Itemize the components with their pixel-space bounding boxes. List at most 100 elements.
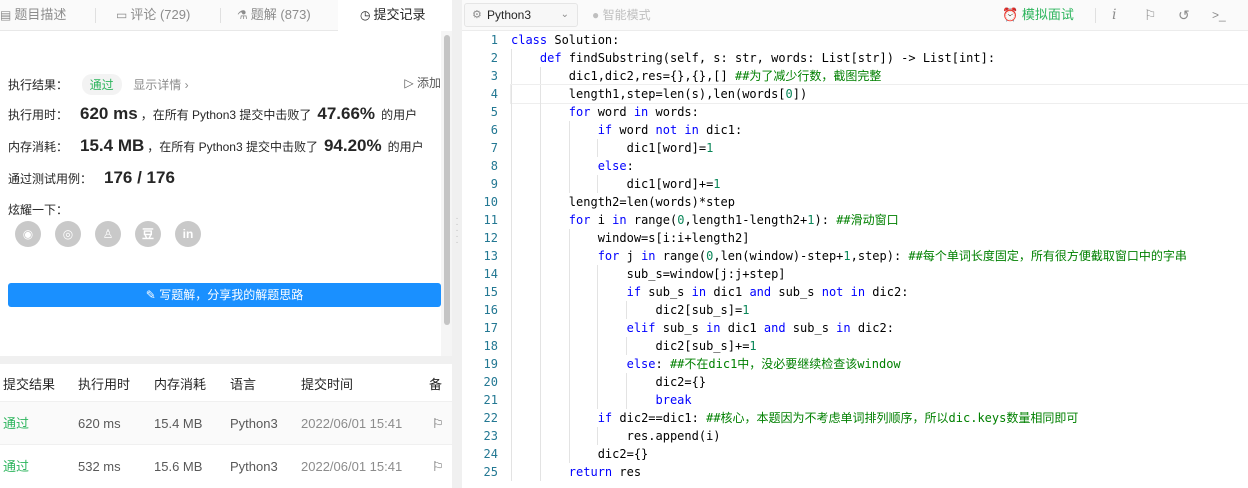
- code-line[interactable]: elif sub_s in dic1 and sub_s in dic2:: [511, 319, 1248, 337]
- code-line[interactable]: for word in words:: [511, 103, 1248, 121]
- indent-guide: [511, 463, 512, 481]
- code-token: def: [539, 51, 569, 65]
- line-number: 16: [483, 303, 498, 317]
- flag-icon[interactable]: ⚐: [432, 445, 444, 488]
- indent-guide: [597, 373, 599, 391]
- code-line[interactable]: def findSubstring(self, s: str, words: L…: [511, 49, 1248, 67]
- col-status[interactable]: 提交结果: [3, 370, 55, 400]
- code-line[interactable]: length2=len(words)*step: [511, 193, 1248, 211]
- code-line[interactable]: dic2[sub_s]=1: [511, 301, 1248, 319]
- code-content[interactable]: class Solution: def findSubstring(self, …: [510, 31, 1248, 481]
- code-line[interactable]: if word not in dic1:: [511, 121, 1248, 139]
- indent-guide: [511, 409, 512, 427]
- indent-guide: [597, 355, 599, 373]
- code-line[interactable]: if sub_s in dic1 and sub_s not in dic2:: [511, 283, 1248, 301]
- flag-icon[interactable]: ⚐: [432, 402, 444, 445]
- code-line[interactable]: window=s[i:i+length2]: [511, 229, 1248, 247]
- wechat-icon[interactable]: ◉: [15, 221, 41, 247]
- row-status-link[interactable]: 通过: [3, 445, 29, 488]
- code-line[interactable]: for j in range(0,len(window)-step+1,step…: [511, 247, 1248, 265]
- tab-comments[interactable]: ▭ 评论 (729): [116, 0, 228, 31]
- row-status-link[interactable]: 通过: [3, 402, 29, 445]
- code-line[interactable]: sub_s=window[j:j+step]: [511, 265, 1248, 283]
- runtime-row: 执行用时： 620 ms ，在所有 Python3 提交中击败了 47.66% 的用户: [8, 104, 418, 123]
- col-submit-time[interactable]: 提交时间: [301, 370, 353, 400]
- indent-guide: [597, 391, 599, 409]
- weibo-icon[interactable]: ◎: [55, 221, 81, 247]
- code-line[interactable]: dic1,dic2,res={},{},[] ##为了减少行数，截图完整: [511, 67, 1248, 85]
- info-icon[interactable]: i: [1112, 0, 1116, 30]
- code-token: 1: [742, 303, 750, 317]
- code-token: Solution:: [554, 33, 620, 47]
- drag-handle-icon[interactable]: · · · · ·: [455, 214, 459, 248]
- indent-guide: [539, 373, 541, 391]
- code-line[interactable]: else: ##不在dic1中，没必要继续检查该window: [511, 355, 1248, 373]
- reset-icon[interactable]: ↺: [1178, 0, 1190, 30]
- indent-guide: [539, 463, 541, 481]
- line-number: 9: [490, 177, 498, 191]
- code-token: sub_s: [648, 285, 692, 299]
- code-token: ,len(window)-step+: [713, 249, 844, 263]
- code-line[interactable]: return res: [511, 463, 1248, 481]
- indent-guide: [511, 355, 512, 373]
- detail-scrollbar[interactable]: [441, 31, 452, 356]
- show-details-link[interactable]: 显示详情 ›: [133, 78, 188, 92]
- code-token: elif: [626, 321, 663, 335]
- write-solution-button[interactable]: ✎ 写题解，分享我的解题思路: [8, 283, 441, 307]
- table-row[interactable]: 通过 620 ms 15.4 MB Python3 2022/06/01 15:…: [0, 401, 452, 444]
- share-label: 炫耀一下：: [8, 203, 69, 217]
- panel-resizer[interactable]: · · · · ·: [452, 0, 462, 488]
- code-line[interactable]: if dic2==dic1: ##核心，本题因为不考虑单词排列顺序，所以dic.…: [511, 409, 1248, 427]
- console-icon[interactable]: >_: [1212, 0, 1226, 30]
- col-notes[interactable]: 备: [429, 370, 442, 400]
- indent-guide: [568, 445, 570, 463]
- chevron-down-icon: ⌄: [560, 9, 569, 20]
- tab-solutions[interactable]: ⚗ 题解 (873): [237, 0, 337, 31]
- col-memory[interactable]: 内存消耗: [154, 370, 206, 400]
- mock-interview-button[interactable]: ⏰ 模拟面试: [1002, 0, 1074, 30]
- scrollbar-thumb[interactable]: [444, 35, 450, 325]
- code-line[interactable]: dic2={}: [511, 445, 1248, 463]
- col-runtime[interactable]: 执行用时: [78, 370, 130, 400]
- code-token: return: [568, 465, 620, 479]
- tab-description[interactable]: ▤ 题目描述: [0, 0, 95, 31]
- flag-icon[interactable]: ⚐: [1144, 0, 1157, 30]
- code-token: if: [626, 285, 649, 299]
- toolbar-divider: [1095, 8, 1096, 23]
- add-note-button[interactable]: ▷ 添加: [404, 74, 441, 91]
- code-token: dic1[word]+=: [511, 177, 714, 191]
- indent-guide: [568, 391, 570, 409]
- tab-submissions[interactable]: ◷ 提交记录: [338, 0, 452, 31]
- indent-guide: [539, 445, 541, 463]
- douban-icon[interactable]: 豆: [135, 221, 161, 247]
- code-token: :: [626, 159, 634, 173]
- code-line[interactable]: else:: [511, 157, 1248, 175]
- code-line[interactable]: res.append(i): [511, 427, 1248, 445]
- code-token: sub_s: [792, 321, 837, 335]
- code-line[interactable]: dic1[word]+=1: [511, 175, 1248, 193]
- code-token: dic1: [727, 321, 764, 335]
- table-row[interactable]: 通过 532 ms 15.6 MB Python3 2022/06/01 15:…: [0, 444, 452, 487]
- qq-icon[interactable]: ♙: [95, 221, 121, 247]
- code-line[interactable]: dic2[sub_s]+=1: [511, 337, 1248, 355]
- indent-guide: [511, 301, 512, 319]
- code-line[interactable]: class Solution:: [511, 31, 1248, 49]
- code-line[interactable]: length1,step=len(s),len(words[0]): [510, 84, 1248, 104]
- code-line[interactable]: dic2={}: [511, 373, 1248, 391]
- indent-guide: [511, 229, 512, 247]
- line-number: 22: [483, 411, 498, 425]
- tab-divider: [95, 8, 96, 23]
- col-language[interactable]: 语言: [230, 370, 256, 400]
- code-line[interactable]: break: [511, 391, 1248, 409]
- code-editor[interactable]: 1 2 3 4 5 6 7 8 9 10 11 12 13 14 15 16 17 18 19 20 21 22 23 24 2…: [462, 31, 1248, 488]
- linkedin-icon[interactable]: in: [175, 221, 201, 247]
- indent-guide: [539, 247, 541, 265]
- submission-detail: 执行结果： 通过 显示详情 › ▷ 添加 执行用时： 620 ms ，在所有 Pyt…: [0, 31, 441, 356]
- smart-mode-toggle[interactable]: ● 智能模式: [592, 0, 651, 30]
- code-line[interactable]: dic1[word]=1: [511, 139, 1248, 157]
- exec-result-row: 执行结果： 通过 显示详情 › ▷ 添加: [8, 74, 441, 95]
- editor-toolbar: ⚙ Python3 ⌄ ● 智能模式 ⏰ 模拟面试 i ⚐ ↺ >_: [462, 0, 1248, 31]
- code-line[interactable]: for i in range(0,length1-length2+1): ##滑…: [511, 211, 1248, 229]
- language-select[interactable]: ⚙ Python3 ⌄: [464, 3, 578, 27]
